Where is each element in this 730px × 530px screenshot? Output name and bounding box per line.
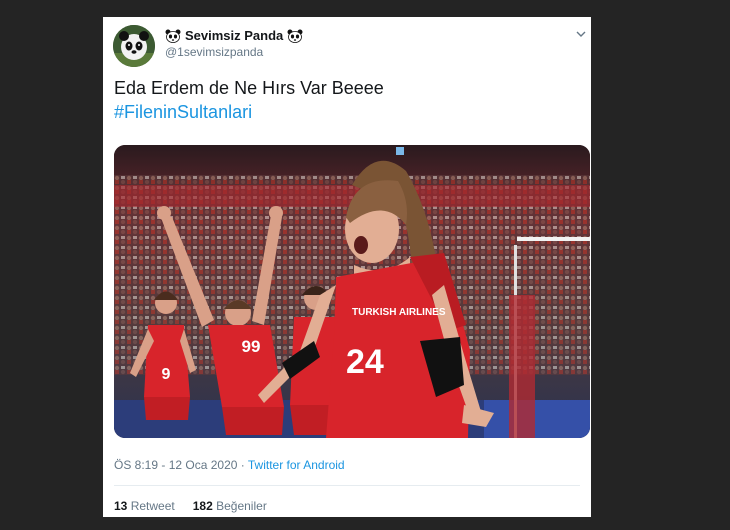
tweet-meta: ÖS 8:19 - 12 Oca 2020 · Twitter for Andr…: [114, 458, 345, 472]
source-link[interactable]: Twitter for Android: [248, 458, 345, 472]
user-handle[interactable]: @1sevimsizpanda: [165, 45, 263, 59]
player-number-left: 9: [162, 366, 171, 383]
likes-label: Beğeniler: [216, 499, 267, 513]
tweet-stats: 13 Retweet 182 Beğeniler: [114, 499, 267, 513]
panda-icon: [287, 29, 303, 43]
hashtag-link[interactable]: #FileninSultanlari: [114, 100, 252, 124]
likes-stat[interactable]: 182 Beğeniler: [193, 499, 267, 513]
display-name[interactable]: Sevimsiz Panda: [165, 28, 303, 43]
tweet-photo[interactable]: 9 99 TURKISH AIRLINES 24: [114, 145, 590, 438]
avatar[interactable]: [113, 25, 155, 67]
player-number-main: 24: [346, 343, 384, 381]
display-name-text: Sevimsiz Panda: [185, 28, 284, 43]
chevron-down-icon[interactable]: [576, 30, 586, 38]
retweets-count: 13: [114, 499, 128, 513]
timestamp[interactable]: ÖS 8:19 - 12 Oca 2020: [114, 458, 237, 472]
jersey-text: TURKISH AIRLINES: [352, 307, 446, 318]
likes-count: 182: [192, 499, 213, 513]
meta-separator: ·: [237, 458, 248, 472]
tweet-card: Sevimsiz Panda @1sevimsizpanda Eda Erdem…: [103, 17, 591, 517]
divider: [114, 485, 580, 486]
tweet-text: Eda Erdem de Ne Hırs Var Beeee: [114, 78, 384, 98]
retweets-stat[interactable]: 13 Retweet: [114, 499, 175, 513]
player-number-back: 99: [242, 337, 261, 356]
panda-avatar-icon: [113, 25, 155, 67]
panda-icon: [165, 29, 181, 43]
volleyball-photo: 9 99 TURKISH AIRLINES 24: [114, 145, 590, 438]
retweets-label: Retweet: [130, 499, 175, 513]
